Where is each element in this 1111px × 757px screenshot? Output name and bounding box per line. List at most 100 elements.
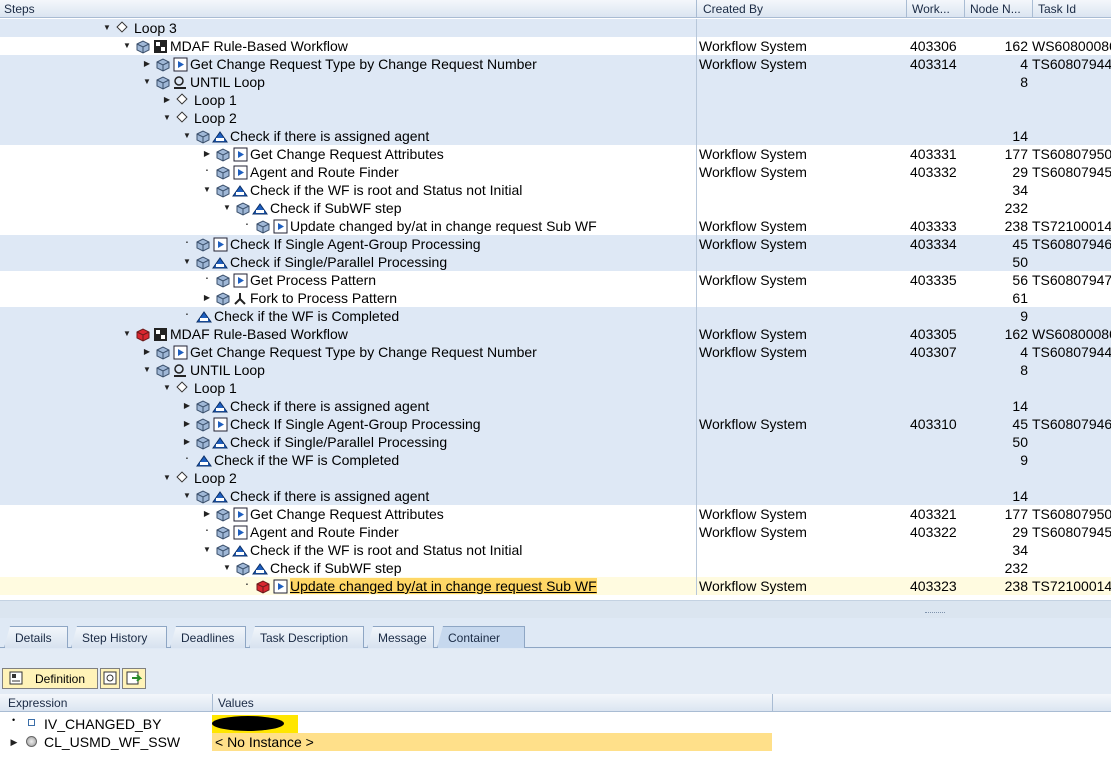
collapse-icon[interactable]: ▼ (162, 382, 172, 394)
tab-details[interactable]: Details (4, 626, 68, 648)
tree-row[interactable]: ▼ UNTIL Loop 8 (0, 361, 1111, 379)
tree-row[interactable]: ▼ MDAF Rule-Based Workflow Workflow System… (0, 37, 1111, 55)
header-created-by[interactable]: Created By (703, 2, 763, 16)
tab-container[interactable]: Container (437, 626, 525, 648)
tree-row[interactable]: ▼ Check if there is assigned agent 14 (0, 127, 1111, 145)
tree-row[interactable]: ▼ Check if there is assigned agent 14 (0, 487, 1111, 505)
tree-row[interactable]: ▼ Check if the WF is root and Status not … (0, 541, 1111, 559)
step-label[interactable]: Check If Single Agent-Group Processing (230, 416, 481, 432)
collapse-icon[interactable]: ▼ (202, 184, 212, 196)
collapse-icon[interactable]: ▼ (222, 202, 232, 214)
tree-row[interactable]: ▶ Check if there is assigned agent 14 (0, 397, 1111, 415)
export-button[interactable] (122, 668, 146, 689)
details-button[interactable] (100, 668, 120, 689)
step-label[interactable]: Get Change Request Type by Change Reques… (190, 344, 537, 360)
tab-step-history[interactable]: Step History (71, 626, 167, 648)
step-label[interactable]: Loop 3 (134, 20, 177, 36)
expand-icon[interactable]: ▶ (182, 400, 192, 412)
container-table[interactable]: Expression Values • IV_CHANGED_BY ▶ CL_U… (0, 694, 1111, 757)
expand-icon[interactable]: ▶ (202, 148, 212, 160)
tree-row[interactable]: ▼ Check if SubWF step 232 (0, 199, 1111, 217)
step-label[interactable]: Check if SubWF step (270, 560, 402, 576)
tree-row[interactable]: ▶ Loop 1 (0, 91, 1111, 109)
step-label[interactable]: Check if the WF is Completed (214, 308, 399, 324)
collapse-icon[interactable]: ▼ (122, 328, 132, 340)
step-label[interactable]: UNTIL Loop (190, 362, 265, 378)
collapse-icon[interactable]: ▼ (202, 544, 212, 556)
splitter-grip[interactable] (925, 612, 945, 615)
expand-icon[interactable]: ▶ (142, 346, 152, 358)
collapse-icon[interactable]: ▼ (222, 562, 232, 574)
tree-row[interactable]: ▼ Check if Single/Parallel Processing 50 (0, 253, 1111, 271)
tree-row[interactable]: · Check if the WF is Completed 9 (0, 307, 1111, 325)
step-label[interactable]: Loop 1 (194, 92, 237, 108)
tab-deadlines[interactable]: Deadlines (170, 626, 246, 648)
header-node-number[interactable]: Node N... (970, 2, 1021, 16)
header-task-id[interactable]: Task Id (1038, 2, 1076, 16)
step-label[interactable]: UNTIL Loop (190, 74, 265, 90)
header-values[interactable]: Values (218, 696, 254, 710)
step-label[interactable]: Check if Single/Parallel Processing (230, 434, 447, 450)
step-label[interactable]: Check if Single/Parallel Processing (230, 254, 447, 270)
tree-row[interactable]: ▶ Get Change Request Type by Change Reque… (0, 343, 1111, 361)
expand-icon[interactable]: ▶ (202, 292, 212, 304)
container-row[interactable]: • IV_CHANGED_BY (0, 715, 1111, 733)
tree-row[interactable]: ▼ Loop 2 (0, 469, 1111, 487)
step-label[interactable]: Update changed by/at in change request S… (290, 218, 597, 234)
step-label[interactable]: Get Process Pattern (250, 272, 376, 288)
tree-row[interactable]: · Agent and Route Finder Workflow System 40… (0, 163, 1111, 181)
step-label[interactable]: Get Change Request Type by Change Reques… (190, 56, 537, 72)
step-label[interactable]: Check if the WF is Completed (214, 452, 399, 468)
expand-icon[interactable]: ▶ (202, 508, 212, 520)
expand-icon[interactable]: ▶ (9, 736, 19, 748)
tree-row[interactable]: ▼ Loop 2 (0, 109, 1111, 127)
tree-row[interactable]: ▶ Fork to Process Pattern 61 (0, 289, 1111, 307)
tree-row[interactable]: ▼ UNTIL Loop 8 (0, 73, 1111, 91)
step-label[interactable]: Check if the WF is root and Status not I… (250, 542, 522, 558)
tree-row[interactable]: ▼ MDAF Rule-Based Workflow Workflow System… (0, 325, 1111, 343)
step-label[interactable]: Loop 2 (194, 110, 237, 126)
container-row[interactable]: ▶ CL_USMD_WF_SSW < No Instance > (0, 733, 1111, 751)
tab-message[interactable]: Message (367, 626, 434, 648)
step-label[interactable]: Check if there is assigned agent (230, 398, 429, 414)
step-label[interactable]: Check If Single Agent-Group Processing (230, 236, 481, 252)
step-label[interactable]: Agent and Route Finder (250, 524, 399, 540)
workflow-steps-tree[interactable]: Steps Created By Work... Node N... Task … (0, 0, 1111, 600)
tree-row[interactable]: · Check If Single Agent-Group Processing W… (0, 235, 1111, 253)
tree-row[interactable]: ▶ Get Change Request Attributes Workflow S… (0, 505, 1111, 523)
step-label[interactable]: MDAF Rule-Based Workflow (170, 38, 348, 54)
expand-icon[interactable]: ▶ (182, 418, 192, 430)
step-label[interactable]: Check if the WF is root and Status not I… (250, 182, 522, 198)
tree-row[interactable]: ▼ Check if the WF is root and Status not … (0, 181, 1111, 199)
header-steps[interactable]: Steps (4, 2, 35, 16)
collapse-icon[interactable]: ▼ (182, 256, 192, 268)
tree-row[interactable]: · Update changed by/at in change request … (0, 577, 1111, 595)
step-label[interactable]: Loop 2 (194, 470, 237, 486)
collapse-icon[interactable]: ▼ (142, 76, 152, 88)
step-label[interactable]: Get Change Request Attributes (250, 506, 444, 522)
tree-row[interactable]: · Agent and Route Finder Workflow System 40… (0, 523, 1111, 541)
step-label[interactable]: Check if SubWF step (270, 200, 402, 216)
pane-splitter[interactable] (0, 600, 1111, 618)
collapse-icon[interactable]: ▼ (182, 490, 192, 502)
step-label[interactable]: Update changed by/at in change request S… (290, 578, 597, 594)
tree-row[interactable]: ▶ Get Change Request Type by Change Reque… (0, 55, 1111, 73)
expand-icon[interactable]: ▶ (182, 436, 192, 448)
collapse-icon[interactable]: ▼ (142, 364, 152, 376)
header-expression[interactable]: Expression (8, 696, 67, 710)
collapse-icon[interactable]: ▼ (102, 22, 112, 34)
step-label[interactable]: Agent and Route Finder (250, 164, 399, 180)
definition-button[interactable]: Definition (2, 668, 98, 689)
collapse-icon[interactable]: ▼ (162, 112, 172, 124)
step-label[interactable]: Check if there is assigned agent (230, 488, 429, 504)
tree-row[interactable]: · Update changed by/at in change request … (0, 217, 1111, 235)
expand-icon[interactable]: ▶ (162, 94, 172, 106)
tab-task-description[interactable]: Task Description (249, 626, 364, 648)
collapse-icon[interactable]: ▼ (162, 472, 172, 484)
step-label[interactable]: Get Change Request Attributes (250, 146, 444, 162)
tree-row[interactable]: ▶ Get Change Request Attributes Workflow S… (0, 145, 1111, 163)
tree-row[interactable]: ▼ Loop 1 (0, 379, 1111, 397)
step-label[interactable]: Fork to Process Pattern (250, 290, 397, 306)
tree-row[interactable]: ▼ Check if SubWF step 232 (0, 559, 1111, 577)
step-label[interactable]: Loop 1 (194, 380, 237, 396)
